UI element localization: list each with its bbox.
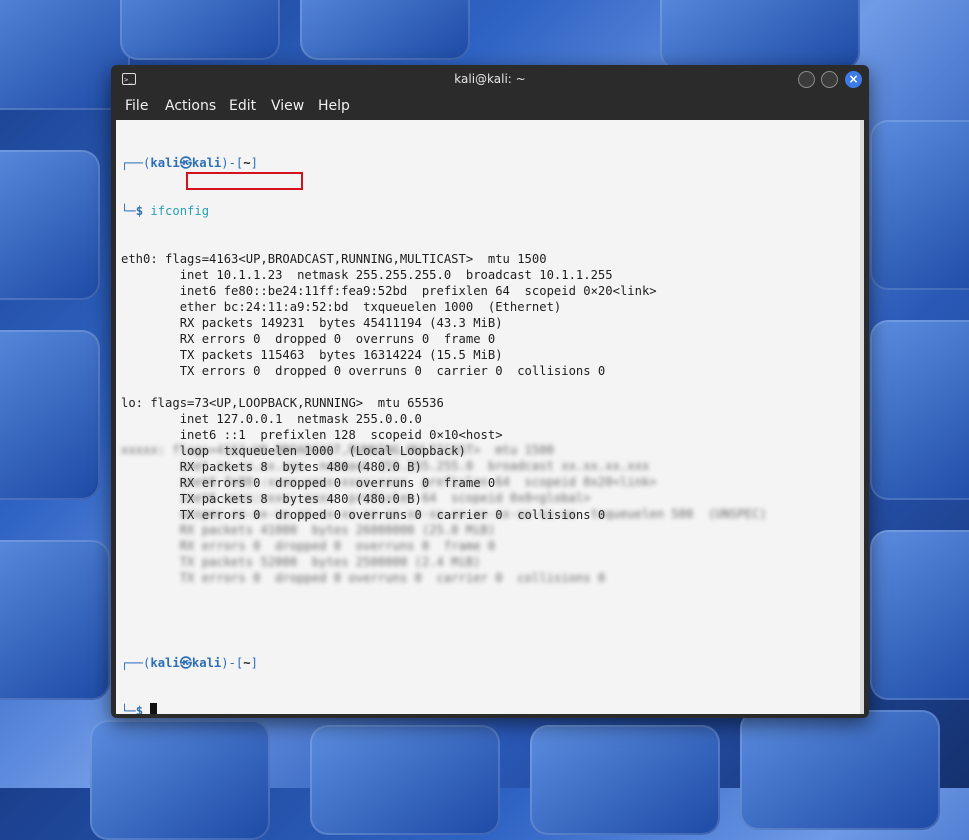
output-line: inet6 ::1 prefixlen 128 scopeid 0×10<hos…	[121, 428, 503, 442]
redacted-interface-output: xxxxx: flags=4163<UP,BROADCAST,RUNNING,M…	[121, 443, 767, 585]
ip-address-highlight-box	[186, 172, 303, 190]
output-line: ether bc:24:11:a9:52:bd txqueuelen 1000 …	[121, 300, 562, 314]
command-line: └─$ ifconfig	[121, 204, 210, 218]
text-cursor	[150, 703, 158, 714]
close-icon: ×	[848, 72, 859, 86]
output-line: lo: flags=73<UP,LOOPBACK,RUNNING> mtu 65…	[121, 396, 444, 410]
menu-actions[interactable]: Actions	[165, 98, 216, 114]
prompt-line-top: ┌──(kali㉿kali)-[~]	[121, 656, 258, 670]
title-bar[interactable]: >_ kali@kali: ~ ×	[111, 65, 869, 95]
output-line: RX errors 0 dropped 0 overruns 0 frame 0	[121, 332, 496, 346]
output-line: inet6 fe80::be24:11ff:fea9:52bd prefixle…	[121, 284, 657, 298]
output-line: inet 127.0.0.1 netmask 255.0.0.0	[121, 412, 422, 426]
terminal-current-prompt: ┌──(kali㉿kali)-[~] └─$	[121, 623, 258, 714]
menu-edit[interactable]: Edit	[229, 98, 256, 114]
menu-help[interactable]: Help	[318, 98, 350, 114]
output-line: eth0: flags=4163<UP,BROADCAST,RUNNING,MU…	[121, 252, 547, 266]
output-line: RX packets 149231 bytes 45411194 (43.3 M…	[121, 316, 503, 330]
menu-file[interactable]: File	[125, 98, 148, 114]
window-title: kali@kali: ~	[454, 72, 526, 86]
menu-bar: File Actions Edit View Help	[111, 95, 869, 119]
output-line: inet 10.1.1.23 netmask 255.255.255.0 bro…	[121, 268, 613, 282]
minimize-button[interactable]	[798, 71, 815, 88]
input-line[interactable]: └─$	[121, 703, 258, 714]
prompt-line-top: ┌──(kali㉿kali)-[~]	[121, 156, 258, 170]
output-line: TX errors 0 dropped 0 overruns 0 carrier…	[121, 364, 606, 378]
terminal-output-area[interactable]: ┌──(kali㉿kali)-[~] └─$ ifconfig eth0: fl…	[116, 120, 864, 714]
terminal-window: >_ kali@kali: ~ × File Actions Edit View…	[111, 65, 869, 718]
output-line: TX packets 115463 bytes 16314224 (15.5 M…	[121, 348, 503, 362]
maximize-button[interactable]	[821, 71, 838, 88]
close-button[interactable]: ×	[845, 71, 862, 88]
scrollbar[interactable]	[860, 120, 864, 714]
menu-view[interactable]: View	[271, 98, 304, 114]
command-text: ifconfig	[150, 204, 210, 218]
